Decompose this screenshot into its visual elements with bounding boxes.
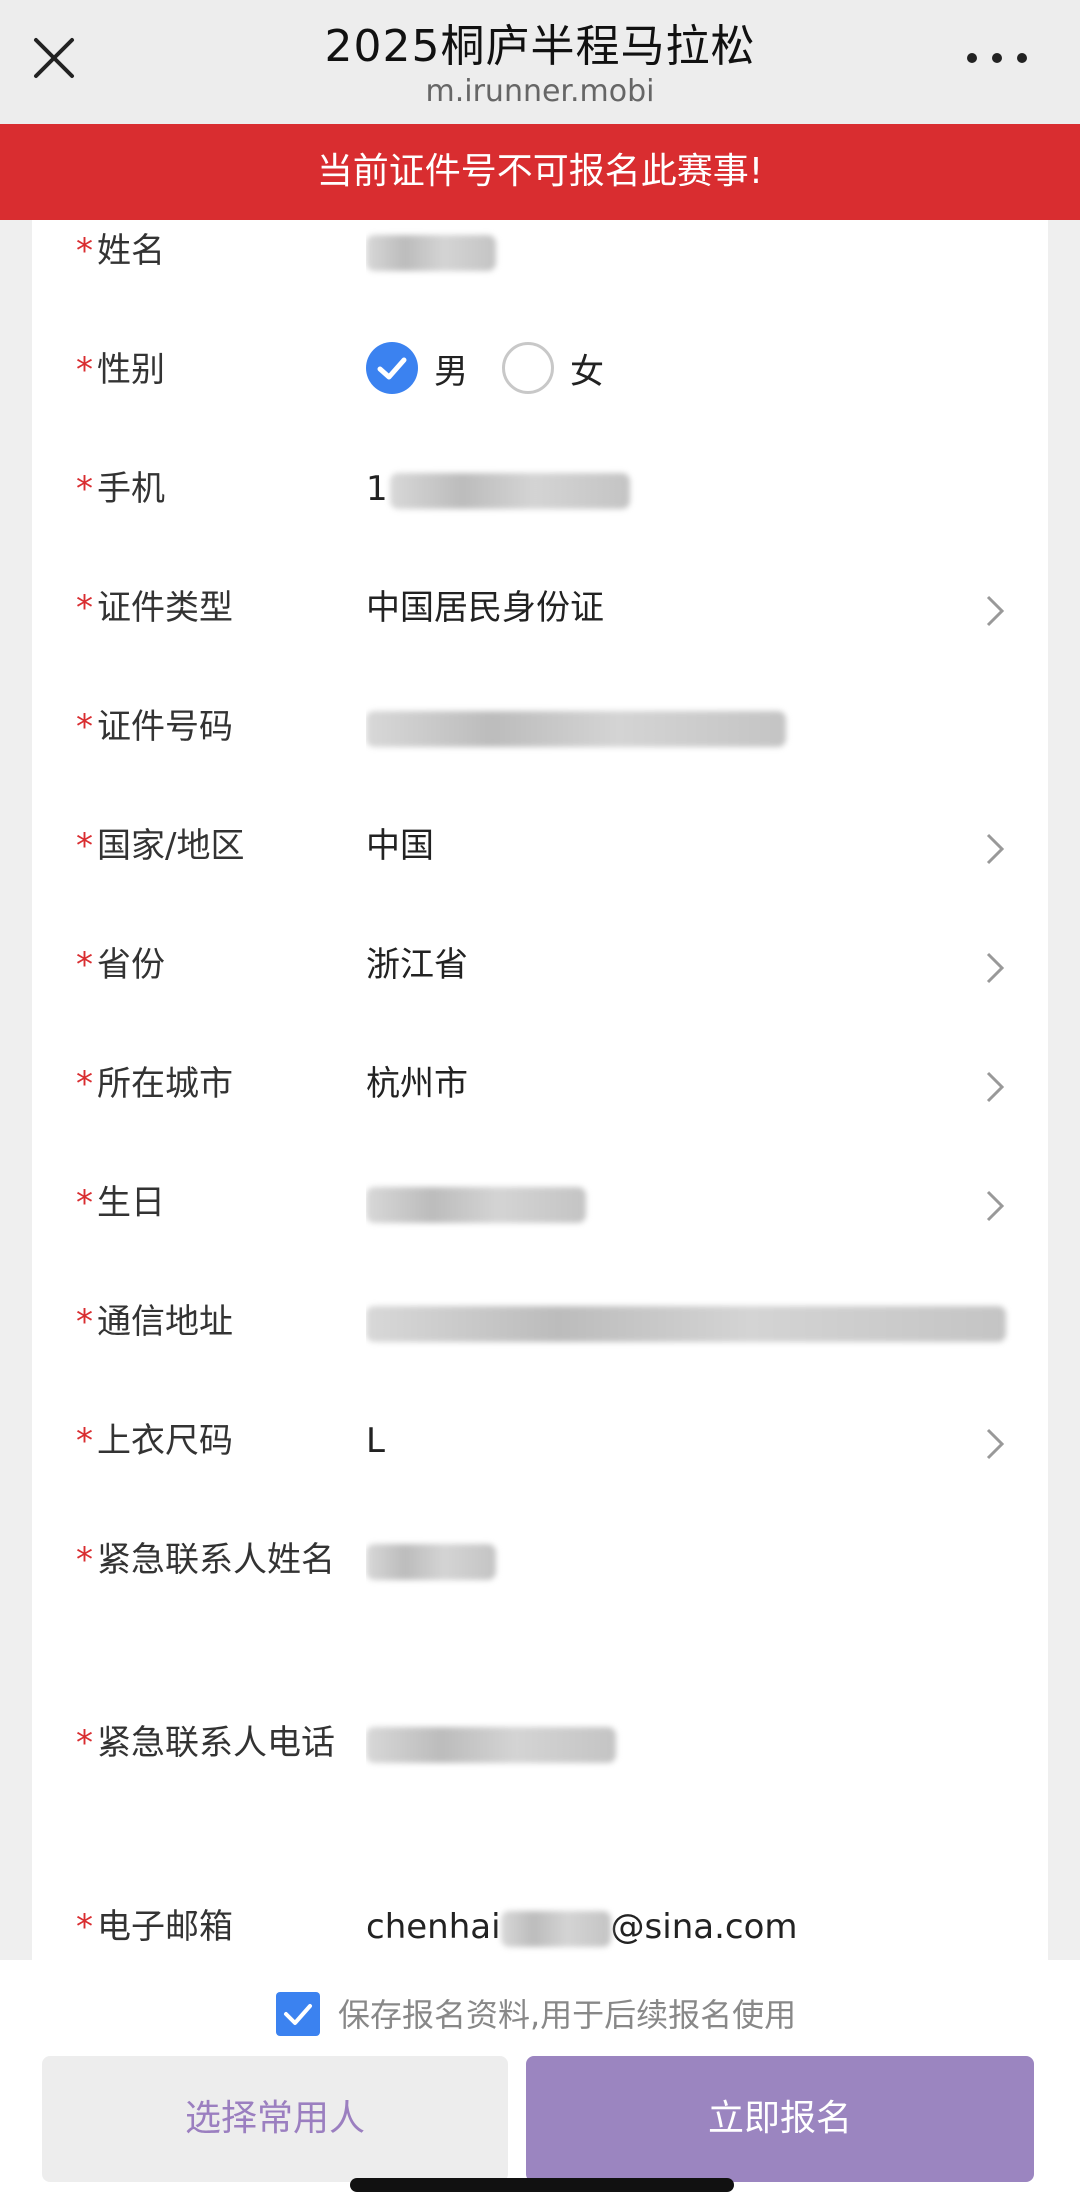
page-title: 2025桐庐半程马拉松 [324,21,756,72]
field-label: 国家/地区 [97,826,245,866]
required-mark: * [76,1302,93,1342]
check-icon [284,2004,312,2025]
birthday-value-redacted [366,1172,968,1234]
required-mark: * [76,1907,93,1947]
field-label: 性别 [97,350,165,390]
form-row-name[interactable]: * 姓名 [32,220,1048,314]
required-mark: * [76,707,93,747]
required-mark: * [76,1183,93,1223]
field-label: 紧急联系人姓名 [97,1540,335,1580]
redacted-blur [366,1543,496,1580]
gender-options: 男女 [366,339,968,403]
form-row-country[interactable]: * 国家/地区 中国 [32,791,1048,909]
chevron-right-icon [986,1190,1005,1222]
submit-registration-button[interactable]: 立即报名 [526,2056,1034,2182]
id-number-value-redacted[interactable] [366,696,968,758]
field-label: 上衣尺码 [97,1421,233,1461]
redacted-blur [366,234,496,271]
form-row-birthday[interactable]: * 生日 [32,1148,1048,1266]
home-indicator[interactable] [350,2178,734,2192]
required-mark: * [76,588,93,628]
city-value: 杭州市 [366,1064,468,1104]
form-row-province[interactable]: * 省份 浙江省 [32,910,1048,1028]
page-url: m.irunner.mobi [425,74,655,109]
required-mark: * [76,350,93,390]
save-profile-label[interactable]: 保存报名资料,用于后续报名使用 [338,1990,796,2036]
required-mark: * [76,231,93,271]
phone-value[interactable]: 1 [366,458,968,520]
radio-male[interactable] [366,341,418,394]
field-label: 所在城市 [97,1064,233,1104]
required-mark: * [76,469,93,509]
email-value[interactable]: chenhai @sina.com [366,1896,968,1958]
radio-female-label[interactable]: 女 [570,341,604,403]
form-row-gender: * 性别 男女 [32,315,1048,433]
address-value-redacted[interactable] [366,1291,1012,1353]
form-row-phone[interactable]: * 手机 1 [32,434,1048,552]
chevron-right-icon [986,1428,1005,1460]
country-value: 中国 [366,826,434,866]
bottom-action-bar: 保存报名资料,用于后续报名使用 选择常用人 立即报名 [0,1960,1080,2212]
form-row-address[interactable]: * 通信地址 [32,1267,1048,1385]
province-value: 浙江省 [366,945,468,985]
form-row-id-type[interactable]: * 证件类型 中国居民身份证 [32,553,1048,671]
field-label: 手机 [97,469,165,509]
name-value-redacted [366,220,968,282]
redacted-blur [500,1910,611,1947]
field-label: 姓名 [97,231,165,271]
form-row-shirt-size[interactable]: * 上衣尺码 L [32,1386,1048,1504]
field-label: 证件号码 [97,707,233,747]
form-row-city[interactable]: * 所在城市 杭州市 [32,1029,1048,1147]
top-bar: 2025桐庐半程马拉松 m.irunner.mobi [0,0,1080,124]
redacted-blur [366,1186,586,1223]
required-mark: * [76,1421,93,1461]
form-row-email[interactable]: * 电子邮箱 chenhai @sina.com [32,1872,1048,1960]
radio-female[interactable] [502,341,554,394]
redacted-blur [366,1726,616,1763]
more-horizontal-icon[interactable] [962,44,1032,72]
required-mark: * [76,1723,93,1763]
redacted-blur [366,710,786,747]
form-row-emergency-phone[interactable]: * 紧急联系人电话 [32,1688,1048,1868]
field-label: 紧急联系人电话 [97,1723,335,1763]
shirt-size-value: L [366,1421,385,1461]
field-label: 电子邮箱 [97,1907,233,1947]
check-icon [377,357,407,379]
select-frequent-contact-button[interactable]: 选择常用人 [42,2056,508,2182]
chevron-right-icon [986,833,1005,865]
chevron-right-icon [986,952,1005,984]
radio-male-label[interactable]: 男 [434,341,468,403]
error-banner: 当前证件号不可报名此赛事! [0,124,1080,220]
required-mark: * [76,1064,93,1104]
chevron-right-icon [986,1071,1005,1103]
form-row-id-number[interactable]: * 证件号码 [32,672,1048,790]
field-label: 通信地址 [97,1302,233,1342]
emergency-phone-value-redacted[interactable] [366,1712,968,1774]
field-label: 证件类型 [97,588,233,628]
emergency-name-value-redacted[interactable] [366,1529,968,1591]
registration-form: * 姓名 * 性别 男女 * 手机 1 * 证件类型 中国居民身份证 * 证件号码 * 国家… [32,220,1048,1960]
form-row-emergency-name[interactable]: * 紧急联系人姓名 [32,1505,1048,1685]
field-label: 省份 [97,945,165,985]
required-mark: * [76,945,93,985]
field-label: 生日 [97,1183,165,1223]
required-mark: * [76,1540,93,1580]
save-profile-checkbox[interactable] [276,1992,320,2036]
id-type-value: 中国居民身份证 [366,588,604,628]
required-mark: * [76,826,93,866]
chevron-right-icon [986,595,1005,627]
redacted-blur [366,1305,1006,1342]
redacted-blur [389,472,630,509]
